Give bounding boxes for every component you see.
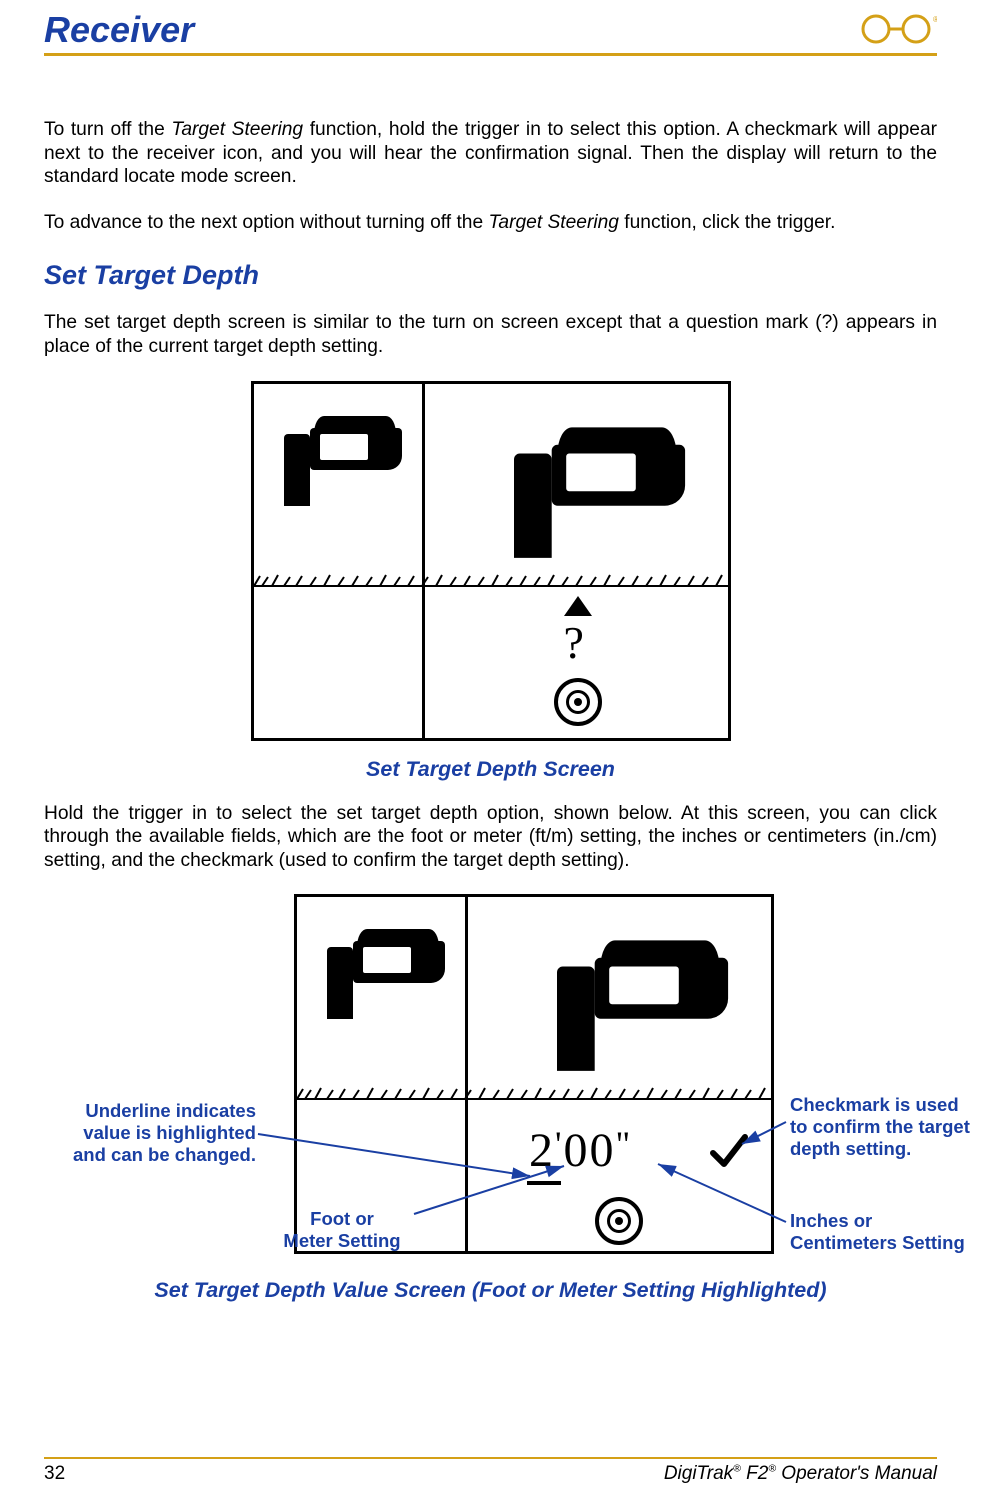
ground-icon	[254, 574, 728, 588]
text: F2	[741, 1463, 768, 1484]
caret-up-icon	[564, 596, 592, 616]
paragraph-4: Hold the trigger in to select the set ta…	[44, 802, 937, 873]
divider-icon	[422, 384, 425, 738]
annotation-foot-meter: Foot orMeter Setting	[272, 1208, 412, 1252]
receiver-icon	[557, 923, 731, 1080]
figure-caption-2: Set Target Depth Value Screen (Foot or M…	[44, 1278, 937, 1303]
figure-caption-1: Set Target Depth Screen	[44, 757, 937, 782]
text: DigiTrak	[664, 1463, 733, 1484]
inches-value: 00	[564, 1124, 616, 1177]
section-title: Receiver	[44, 9, 194, 51]
annotation-inches-cm: Inches orCentimeters Setting	[790, 1210, 981, 1254]
underline-highlight-icon	[527, 1181, 561, 1185]
receiver-icon	[327, 917, 447, 1025]
figure-2-wrapper: 2'00" Underline indicatesvalue is highli…	[44, 894, 937, 1254]
text: function, click the trigger.	[619, 212, 836, 233]
receiver-icon	[284, 404, 404, 512]
annotation-underline: Underline indicatesvalue is highlighteda…	[36, 1100, 256, 1165]
inches-mark: "	[616, 1124, 633, 1164]
paragraph-1: To turn off the Target Steering function…	[44, 118, 937, 189]
divider-icon	[465, 897, 468, 1251]
text: To turn off the	[44, 119, 171, 140]
ground-icon	[297, 1087, 771, 1101]
annotation-checkmark: Checkmark is usedto confirm the targetde…	[790, 1094, 981, 1159]
registered-icon: ®	[733, 1464, 741, 1475]
heading-set-target-depth: Set Target Depth	[44, 260, 937, 291]
checkmark-icon	[709, 1131, 749, 1171]
target-icon	[595, 1197, 643, 1245]
feet-value: 2	[529, 1124, 555, 1177]
text-italic: Target Steering	[171, 119, 303, 140]
svg-text:®: ®	[933, 15, 937, 24]
receiver-icon	[514, 410, 688, 567]
question-mark-icon: ?	[564, 616, 584, 669]
registered-icon: ®	[768, 1464, 776, 1475]
feet-mark: '	[555, 1124, 564, 1164]
text-italic: Target Steering	[488, 212, 619, 233]
depth-value-display: 2'00"	[529, 1123, 632, 1178]
paragraph-3: The set target depth screen is similar t…	[44, 311, 937, 358]
text: Operator's Manual	[776, 1463, 937, 1484]
brand-logo-icon: ®	[859, 12, 937, 46]
footer-product-name: DigiTrak® F2® Operator's Manual	[664, 1463, 937, 1485]
paragraph-2: To advance to the next option without tu…	[44, 211, 937, 235]
figure-set-target-depth-screen: ?	[251, 381, 731, 741]
target-icon	[554, 678, 602, 726]
figure-set-target-depth-value-screen: 2'00"	[294, 894, 774, 1254]
text: To advance to the next option without tu…	[44, 212, 488, 233]
footer-divider	[44, 1457, 937, 1459]
page-number: 32	[44, 1463, 65, 1485]
